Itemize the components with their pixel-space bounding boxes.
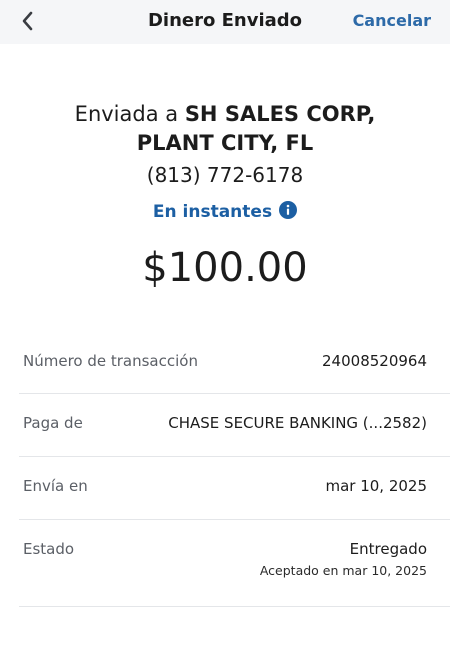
transfer-amount: $100.00 — [142, 245, 308, 291]
detail-value: CHASE SECURE BANKING (...2582) — [168, 414, 427, 432]
detail-row-status: Estado Entregado Aceptado en mar 10, 202… — [19, 520, 450, 607]
info-icon[interactable] — [279, 201, 298, 219]
detail-label: Envía en — [23, 477, 88, 495]
cancel-button[interactable]: Cancelar — [353, 11, 431, 30]
detail-row-paid-from: Paga de CHASE SECURE BANKING (...2582) — [19, 394, 450, 457]
delivery-speed-label: En instantes — [152, 202, 273, 222]
back-button[interactable] — [14, 7, 44, 37]
detail-label: Paga de — [23, 414, 83, 432]
detail-row-transaction-number: Número de transacción 24008520964 — [19, 332, 450, 394]
detail-label: Estado — [23, 540, 75, 558]
chevron-left-icon — [22, 11, 33, 31]
status-subvalue: Aceptado en mar 10, 2025 — [259, 563, 427, 578]
sent-money-screen: Dinero Enviado Cancelar Enviada a SH SAL… — [0, 0, 450, 657]
status-value: Entregado — [349, 540, 427, 558]
transaction-details: Número de transacción 24008520964 Paga d… — [19, 332, 450, 607]
delivery-speed: En instantes — [0, 201, 450, 222]
top-nav-bar: Dinero Enviado Cancelar — [0, 0, 450, 44]
detail-label: Número de transacción — [23, 352, 198, 370]
recipient-phone: (813) 772-6178 — [146, 163, 304, 187]
recipient-line: Enviada a SH SALES CORP, PLANT CITY, FL — [40, 100, 410, 158]
detail-value: 24008520964 — [322, 352, 427, 370]
detail-value: mar 10, 2025 — [325, 477, 427, 495]
detail-row-send-date: Envía en mar 10, 2025 — [19, 457, 450, 520]
recipient-prefix: Enviada a — [74, 102, 185, 126]
